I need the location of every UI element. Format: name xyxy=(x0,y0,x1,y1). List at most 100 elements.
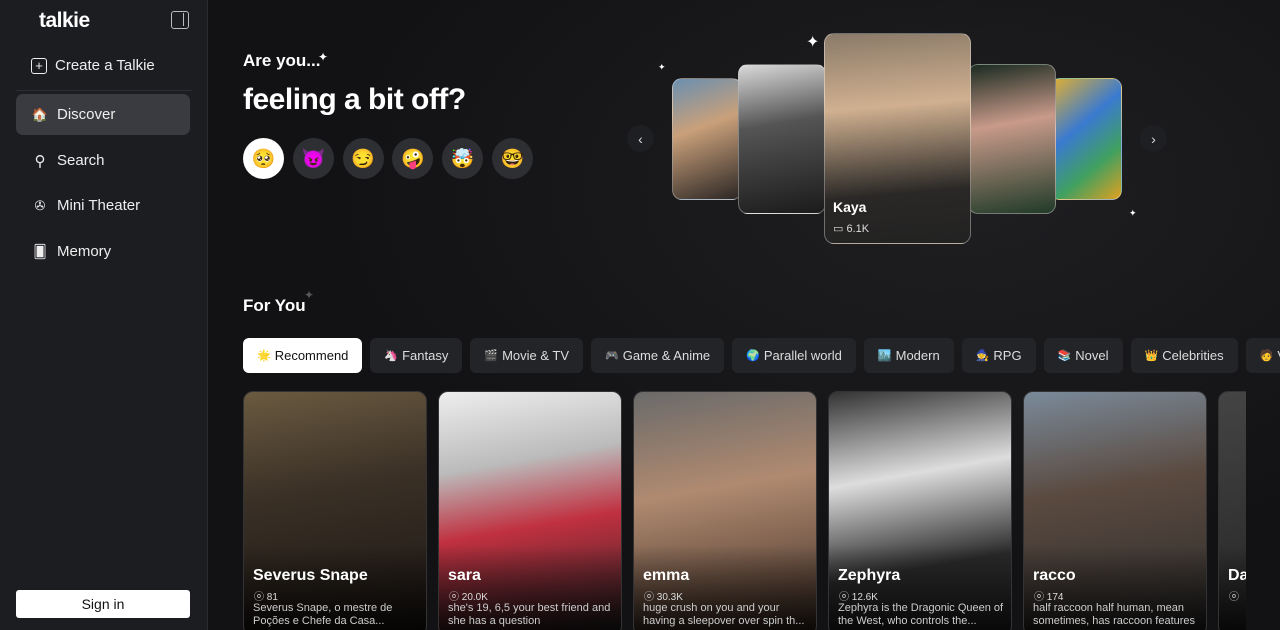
character-name: racco xyxy=(1033,567,1076,584)
character-name: Severus Snape xyxy=(253,567,368,584)
character-card[interactable]: emma ⓞ 30.3K huge crush on you and your … xyxy=(633,391,817,630)
category-icon: 🎮 xyxy=(605,350,619,362)
sidebar: talkie + Create a Talkie 🏠 Discover ⚲ Searc… xyxy=(0,0,208,630)
sparkle-icon: ✦ xyxy=(304,288,315,302)
category-icon: 🦄 xyxy=(384,350,399,362)
character-card[interactable]: Severus Snape ⓞ 81 Severus Snape, o mest… xyxy=(243,391,427,630)
sparkle-icon: ✦ xyxy=(318,50,329,64)
carousel-card[interactable] xyxy=(1050,78,1122,200)
mood-button[interactable]: 🥺 xyxy=(243,138,284,179)
sparkle-icon: ✦ xyxy=(658,62,666,72)
carousel-next-button[interactable]: › xyxy=(1140,125,1167,152)
category-icon: 🎬 xyxy=(484,350,499,362)
chat-count: ⓞ 174 xyxy=(1034,588,1063,603)
chevron-right-icon: › xyxy=(1151,130,1156,147)
chat-count: ⓞ xyxy=(1229,588,1239,603)
chat-count: ⓞ 30.3K xyxy=(644,588,683,603)
hero-title: feeling a bit off? xyxy=(243,83,466,116)
divider xyxy=(16,90,192,91)
category-label: Parallel world xyxy=(763,348,842,363)
category-tab[interactable]: 🧑Vtuber xyxy=(1245,338,1280,373)
sparkle-icon: ✦ xyxy=(806,34,820,51)
character-name: Zephyra xyxy=(838,567,901,584)
mood-button[interactable]: 🤯 xyxy=(442,138,484,179)
category-label: Recommend xyxy=(274,348,349,363)
talkie-logo[interactable]: talkie xyxy=(39,9,90,33)
category-label: Novel xyxy=(1075,348,1109,363)
character-name: sara xyxy=(448,567,481,584)
character-name: emma xyxy=(643,567,690,584)
category-tab[interactable]: 🌟 Recommend xyxy=(243,338,363,373)
category-icon: 🏙️ xyxy=(877,350,892,362)
character-name: Da xyxy=(1228,567,1246,584)
hero-kicker: Are you... xyxy=(243,51,321,70)
character-description: Severus Snape, o mestre de Poções e Chef… xyxy=(253,602,393,627)
cards-icon: 🂠 xyxy=(33,243,47,259)
category-icon: 🌟 xyxy=(257,350,271,362)
featured-name: Kaya xyxy=(833,199,867,215)
category-icon: 📚 xyxy=(1057,350,1072,362)
category-label: Modern xyxy=(895,348,940,363)
sidebar-item-search[interactable]: ⚲ Search xyxy=(16,140,190,181)
chat-count: ⓞ 20.0K xyxy=(449,588,488,603)
film-reel-icon: ✇ xyxy=(34,197,46,213)
mood-button[interactable]: 🤓 xyxy=(492,138,533,179)
chevron-left-icon: ‹ xyxy=(638,130,643,147)
character-description: half raccoon half human, mean sometimes,… xyxy=(1033,602,1196,627)
carousel-prev-button[interactable]: ‹ xyxy=(627,125,654,152)
category-icon: 🌍 xyxy=(746,350,760,362)
category-tab[interactable]: 🦄 Fantasy xyxy=(370,338,463,373)
featured-count-value: 6.1K xyxy=(846,223,870,235)
category-label: Celebrities xyxy=(1162,348,1224,363)
chat-count: ⓞ 81 xyxy=(254,588,278,603)
collapse-sidebar-icon[interactable] xyxy=(171,11,189,29)
category-icon: 🧑 xyxy=(1259,350,1274,362)
plus-square-icon: + xyxy=(31,57,47,74)
sidebar-item-create[interactable]: + Create a Talkie xyxy=(16,45,190,86)
sidebar-item-memory[interactable]: 🂠 Memory xyxy=(16,231,190,272)
carousel-card[interactable] xyxy=(672,78,742,200)
category-icon: 🧙 xyxy=(975,350,990,362)
sidebar-item-label: Memory xyxy=(57,243,112,260)
category-tab[interactable]: 📚 Novel xyxy=(1043,338,1123,373)
search-icon: ⚲ xyxy=(34,152,46,170)
sparkle-icon: ✦ xyxy=(1129,208,1137,218)
character-description: huge crush on you and your having a slee… xyxy=(643,602,805,627)
category-tab[interactable]: 🧙 RPG xyxy=(961,338,1036,373)
featured-count: ▭ 6.1K xyxy=(833,222,869,235)
category-label: Fantasy xyxy=(402,348,449,363)
sidebar-item-mini-theater[interactable]: ✇ Mini Theater xyxy=(16,185,190,226)
character-description: Zephyra is the Dragonic Queen of the Wes… xyxy=(838,602,1004,627)
category-tab[interactable]: 🏙️ Modern xyxy=(863,338,954,373)
mood-button[interactable]: 😏 xyxy=(342,138,384,179)
chat-icon: ⓞ xyxy=(1229,592,1239,603)
carousel-card[interactable] xyxy=(738,64,826,214)
category-label: Movie & TV xyxy=(502,348,570,363)
character-description: she's 19, 6,5 your best friend and she h… xyxy=(448,602,611,627)
chat-icon: ▭ xyxy=(833,223,847,235)
featured-carousel-card[interactable]: Kaya ▭ 6.1K xyxy=(824,33,971,244)
character-grid: Severus Snape ⓞ 81 Severus Snape, o mest… xyxy=(243,391,1246,630)
chat-count: ⓞ 12.6K xyxy=(839,588,878,603)
category-tab[interactable]: 👑 Celebrities xyxy=(1130,338,1238,373)
category-tab[interactable]: 🌍 Parallel world xyxy=(732,338,856,373)
character-card[interactable]: sara ⓞ 20.0K she's 19, 6,5 your best fri… xyxy=(438,391,622,630)
character-card[interactable]: racco ⓞ 174 half raccoon half human, mea… xyxy=(1023,391,1207,630)
sidebar-item-label: Mini Theater xyxy=(57,197,141,214)
sidebar-item-label: Search xyxy=(57,152,105,169)
section-title: For You xyxy=(243,296,306,315)
sidebar-item-label: Discover xyxy=(57,106,116,123)
sidebar-item-discover[interactable]: 🏠 Discover xyxy=(16,94,190,135)
character-card[interactable]: Zephyra ⓞ 12.6K Zephyra is the Dragonic … xyxy=(828,391,1012,630)
category-tab[interactable]: 🎬 Movie & TV xyxy=(470,338,584,373)
category-tab[interactable]: 🎮 Game & Anime xyxy=(591,338,725,373)
sign-in-button[interactable]: Sign in xyxy=(16,590,190,618)
carousel-card[interactable] xyxy=(968,64,1056,214)
category-tabs: 🌟 Recommend 🦄 Fantasy 🎬 Movie & TV 🎮 Game & Ani… xyxy=(243,338,1280,373)
sidebar-item-label: Create a Talkie xyxy=(55,57,155,74)
character-card[interactable]: Da ⓞ xyxy=(1218,391,1246,630)
mood-button[interactable]: 😈 xyxy=(292,138,334,179)
category-label: RPG xyxy=(993,348,1022,363)
category-label: Game & Anime xyxy=(622,348,711,363)
home-icon: 🏠 xyxy=(31,106,49,122)
